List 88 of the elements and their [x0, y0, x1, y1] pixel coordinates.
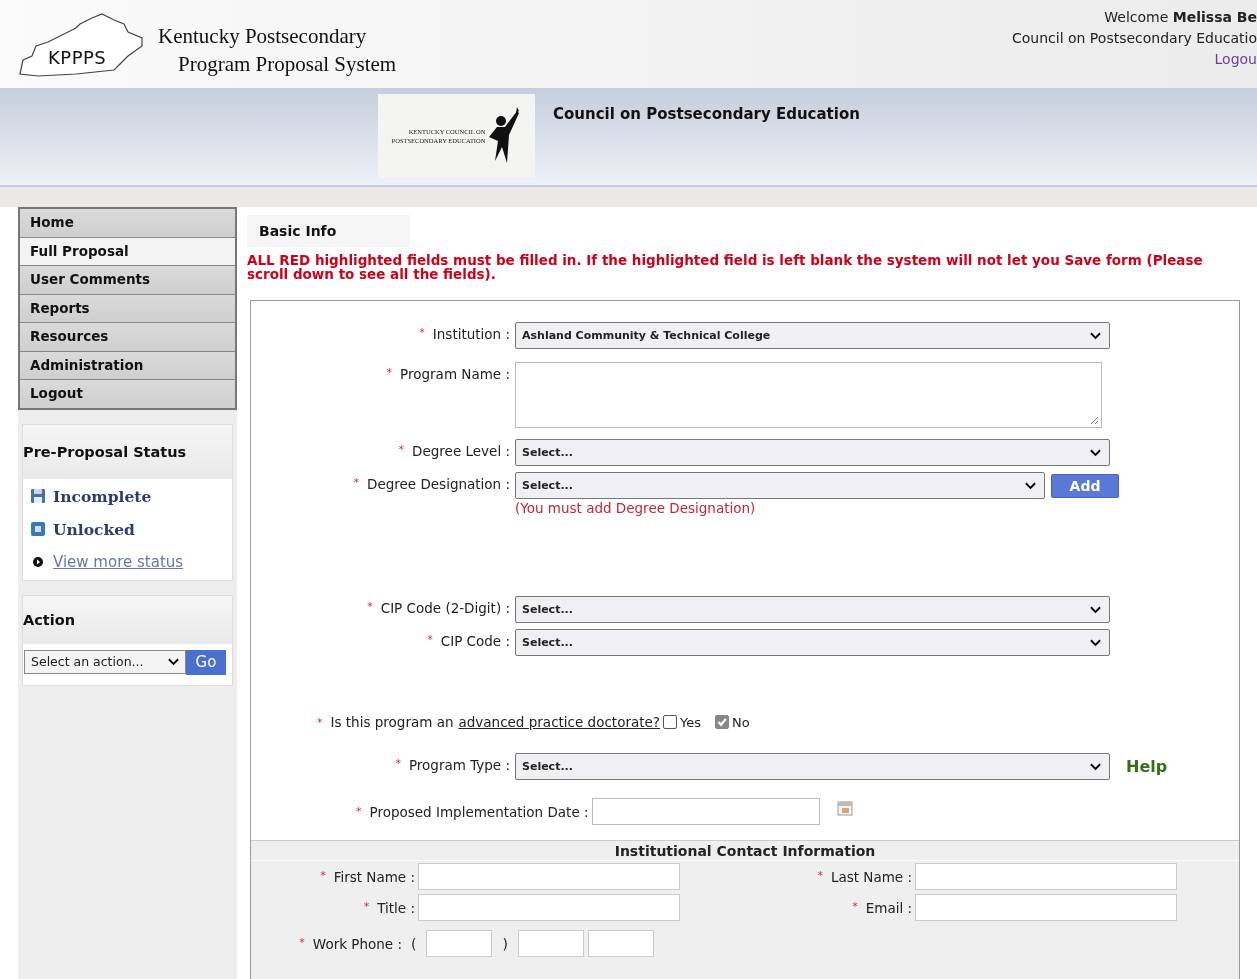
- organization-name: Council on Postsecondary Educatio: [1011, 29, 1257, 48]
- question-text: Is this program an: [330, 714, 454, 730]
- input-field[interactable]: [418, 894, 680, 921]
- chevron-down-icon: [1090, 448, 1101, 457]
- field-label: Proposed Implementation Date :: [369, 803, 589, 820]
- logout-link[interactable]: Logou: [1214, 49, 1257, 70]
- chevron-down-icon: [1025, 481, 1036, 490]
- banner-title: Council on Postsecondary Education: [553, 104, 860, 125]
- chevron-down-icon: [1090, 605, 1101, 614]
- parenthesis: (: [411, 935, 417, 952]
- parenthesis: ): [502, 935, 508, 952]
- field-label: CIP Code :: [440, 633, 510, 649]
- required-mark: *: [317, 715, 323, 729]
- chevron-down-icon: [1090, 331, 1101, 340]
- field-label: Degree Level :: [412, 443, 510, 459]
- field-label: Work Phone :: [312, 935, 402, 952]
- chevron-down-icon: [168, 657, 179, 666]
- checkbox[interactable]: [663, 715, 677, 729]
- required-mark: *: [427, 633, 433, 646]
- add-button[interactable]: Add: [1051, 473, 1119, 498]
- nav-item[interactable]: Home: [20, 209, 235, 237]
- nav-item[interactable]: Resources: [20, 323, 235, 351]
- date-field[interactable]: [591, 798, 820, 825]
- chevron-down-icon: [1090, 638, 1101, 647]
- input-field[interactable]: [915, 863, 1177, 890]
- dropdown[interactable]: Select...: [515, 439, 1110, 466]
- field-label: CIP Code (2-Digit) :: [380, 600, 510, 616]
- calendar-icon[interactable]: [836, 799, 853, 816]
- status-label: Incomplete: [53, 486, 152, 506]
- welcome-text: Welcome Melissa Be: [1104, 8, 1257, 27]
- status-label: Unlocked: [53, 519, 135, 539]
- unlocked-icon: [31, 522, 45, 536]
- field-label: Degree Designation :: [367, 476, 510, 492]
- required-mark: *: [386, 366, 393, 379]
- nav-item[interactable]: Logout: [20, 380, 235, 408]
- go-button[interactable]: Go: [186, 649, 226, 675]
- required-fields-notice: ALL RED highlighted fields must be filled in. If the highlighted field is left blank the system will not let you Save form (Please scroll down to see all the fields).: [247, 253, 1204, 281]
- required-mark: *: [299, 935, 305, 949]
- required-mark: *: [817, 868, 823, 882]
- dropdown[interactable]: Select...: [515, 629, 1110, 656]
- checkbox[interactable]: [715, 715, 729, 729]
- help-link[interactable]: Help: [1126, 757, 1168, 776]
- field-label: Email :: [865, 899, 912, 916]
- phone-field[interactable]: [587, 930, 654, 957]
- chevron-down-icon: [1090, 762, 1101, 771]
- area-code-field[interactable]: [426, 930, 493, 957]
- phone-field[interactable]: [517, 930, 584, 957]
- option-label: Yes: [680, 714, 701, 730]
- option-label: No: [732, 714, 750, 730]
- panel-title: Pre-Proposal Status: [23, 424, 232, 479]
- kppps-logo: KPPPS: [18, 12, 148, 78]
- nav-item[interactable]: User Comments: [20, 266, 235, 294]
- section-title: Institutional Contact Information: [251, 841, 1239, 861]
- dropdown[interactable]: Ashland Community & Technical College: [515, 322, 1110, 349]
- dropdown[interactable]: Select...: [515, 596, 1110, 623]
- required-mark: *: [367, 600, 373, 613]
- validation-message: (You must add Degree Designation): [515, 500, 757, 516]
- action-dropdown[interactable]: Select an action...: [24, 649, 186, 674]
- site-title: Kentucky Postsecondary: [158, 23, 368, 50]
- field-label: Last Name :: [830, 868, 912, 885]
- input-field[interactable]: [915, 894, 1177, 921]
- site-title: Program Proposal System: [177, 51, 397, 78]
- required-mark: *: [419, 326, 425, 339]
- nav-item[interactable]: Full Proposal: [20, 237, 235, 265]
- field-label: Program Name :: [400, 366, 510, 382]
- dropdown[interactable]: Select...: [515, 472, 1045, 499]
- resize-grip-icon: [1089, 415, 1099, 425]
- required-mark: *: [353, 476, 359, 489]
- required-mark: *: [852, 899, 858, 913]
- required-mark: *: [320, 868, 326, 882]
- required-mark: *: [398, 443, 405, 456]
- text-area[interactable]: [515, 362, 1102, 428]
- input-field[interactable]: [418, 863, 680, 890]
- view-status-link[interactable]: View more status: [53, 553, 184, 571]
- required-mark: *: [363, 899, 370, 913]
- nav-item[interactable]: Administration: [20, 351, 235, 379]
- dropdown[interactable]: Select...: [515, 753, 1110, 780]
- tab[interactable]: Basic Info: [247, 215, 410, 247]
- field-label: Institution :: [432, 326, 510, 342]
- nav-item[interactable]: Reports: [20, 294, 235, 322]
- required-mark: *: [356, 805, 362, 818]
- arrow-circle-icon: [33, 557, 43, 567]
- field-label: Title :: [377, 899, 415, 916]
- panel-title: Action: [23, 595, 232, 644]
- definition-link[interactable]: advanced practice doctorate?: [458, 714, 660, 730]
- field-label: First Name :: [333, 868, 415, 885]
- required-mark: *: [395, 757, 401, 770]
- field-label: Program Type :: [408, 757, 510, 773]
